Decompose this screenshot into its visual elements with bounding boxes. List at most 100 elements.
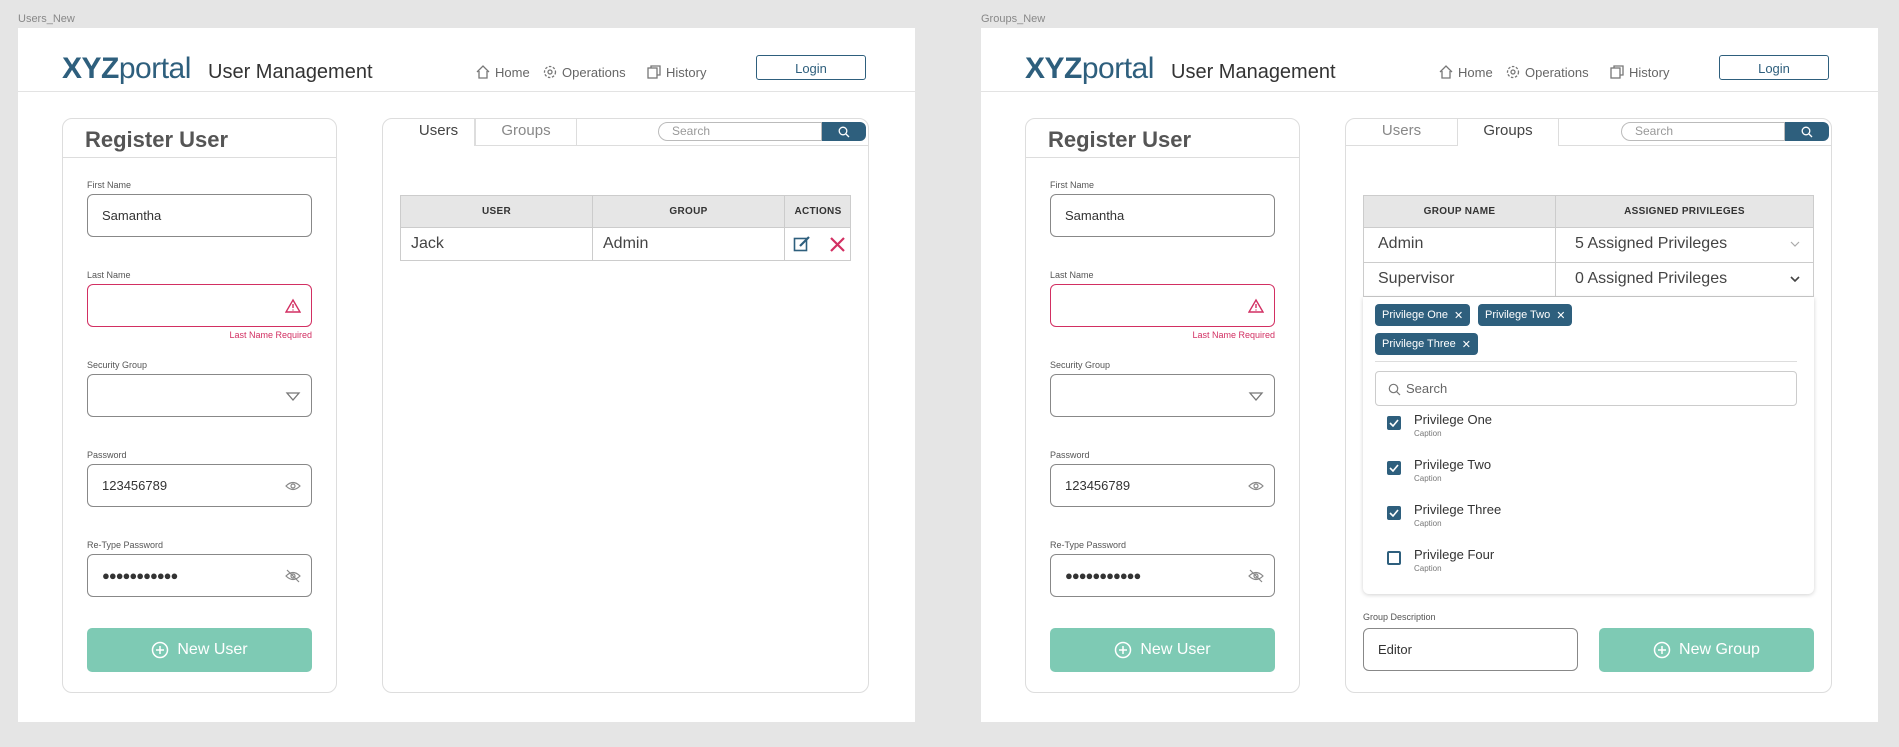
nav-operations[interactable]: Operations bbox=[542, 64, 626, 80]
close-icon[interactable]: ✕ bbox=[1556, 309, 1565, 322]
close-icon[interactable]: ✕ bbox=[1454, 309, 1463, 322]
logo: XYZportal bbox=[62, 52, 191, 85]
table-divider bbox=[401, 227, 850, 228]
first-name-field[interactable]: Samantha bbox=[1050, 194, 1275, 237]
privileges-select[interactable]: 0 Assigned Privileges bbox=[1575, 270, 1727, 288]
retype-password-label: Re-Type Password bbox=[87, 540, 164, 550]
delete-icon[interactable] bbox=[829, 236, 846, 253]
nav-operations[interactable]: Operations bbox=[1505, 64, 1589, 80]
users-list-card: Users Groups Search USER GROUP ACTIONS J… bbox=[382, 118, 869, 693]
chevron-down-icon bbox=[1248, 392, 1264, 401]
plus-circle-icon bbox=[1115, 641, 1132, 659]
table-cell-group: Admin bbox=[603, 235, 649, 252]
groups-table: GROUP NAME ASSIGNED PRIVILEGES Admin 5 A… bbox=[1363, 195, 1814, 297]
table-cell-group-name: Supervisor bbox=[1378, 270, 1455, 287]
history-icon bbox=[647, 65, 661, 79]
search-icon bbox=[1388, 383, 1401, 396]
privilege-chip[interactable]: Privilege Three ✕ bbox=[1375, 333, 1478, 355]
column-header-actions: ACTIONS bbox=[794, 206, 842, 217]
register-title: Register User bbox=[85, 127, 229, 152]
eye-off-icon[interactable] bbox=[1248, 568, 1264, 584]
plus-circle-icon bbox=[1653, 641, 1671, 659]
new-user-button[interactable]: New User bbox=[1050, 628, 1275, 672]
close-icon[interactable]: ✕ bbox=[1462, 338, 1471, 351]
chevron-down-icon bbox=[1790, 276, 1800, 282]
new-group-button[interactable]: New Group bbox=[1599, 628, 1814, 672]
privilege-chip[interactable]: Privilege Two ✕ bbox=[1478, 304, 1573, 326]
privilege-search-input[interactable]: Search bbox=[1375, 371, 1797, 406]
warning-icon bbox=[285, 298, 301, 313]
security-group-select[interactable] bbox=[1050, 374, 1275, 417]
password-label: Password bbox=[1050, 450, 1090, 460]
column-header-group-name: GROUP NAME bbox=[1423, 206, 1496, 217]
users-table: USER GROUP ACTIONS Jack Admin bbox=[400, 195, 851, 261]
checkbox-unchecked[interactable] bbox=[1387, 551, 1401, 565]
nav-history[interactable]: History bbox=[646, 64, 706, 80]
register-card: Register User First Name Samantha Last N… bbox=[1025, 118, 1300, 693]
groups-list-card: Users Groups Search GROUP NAME ASSIGNED … bbox=[1345, 118, 1832, 693]
edit-icon[interactable] bbox=[793, 235, 811, 253]
last-name-field[interactable] bbox=[1050, 284, 1275, 327]
header-divider bbox=[18, 91, 915, 92]
first-name-label: First Name bbox=[87, 180, 132, 190]
tab-groups[interactable]: Groups bbox=[1457, 119, 1559, 146]
column-header-group: GROUP bbox=[669, 206, 708, 217]
search-icon bbox=[1801, 126, 1813, 137]
home-icon bbox=[1439, 65, 1453, 79]
first-name-label: First Name bbox=[1050, 180, 1095, 190]
group-description-label: Group Description bbox=[1363, 612, 1436, 622]
column-header-assigned-privileges: ASSIGNED PRIVILEGES bbox=[1624, 206, 1745, 217]
logo: XYZportal bbox=[1025, 52, 1154, 85]
retype-password-field[interactable]: ●●●●●●●●●●● bbox=[1050, 554, 1275, 597]
tab-groups[interactable]: Groups bbox=[475, 119, 577, 146]
last-name-error: Last Name Required bbox=[229, 330, 312, 340]
eye-icon[interactable] bbox=[1248, 478, 1264, 494]
register-title: Register User bbox=[1048, 127, 1192, 152]
app-title: User Management bbox=[1171, 61, 1336, 83]
search-icon bbox=[838, 126, 850, 137]
frame-label-groups: Groups_New bbox=[981, 13, 1046, 25]
gear-icon bbox=[543, 65, 557, 79]
security-group-select[interactable] bbox=[87, 374, 312, 417]
table-divider bbox=[1364, 227, 1813, 228]
register-divider bbox=[63, 157, 336, 158]
checkbox-checked[interactable] bbox=[1387, 416, 1401, 430]
register-divider bbox=[1026, 157, 1299, 158]
eye-off-icon[interactable] bbox=[285, 568, 301, 584]
security-group-label: Security Group bbox=[87, 360, 148, 370]
tab-users[interactable]: Users bbox=[403, 119, 475, 146]
nav-history[interactable]: History bbox=[1609, 64, 1669, 80]
security-group-label: Security Group bbox=[1050, 360, 1111, 370]
tab-users[interactable]: Users bbox=[1346, 119, 1457, 146]
tab-bar-line bbox=[1559, 145, 1832, 146]
group-description-field[interactable]: Editor bbox=[1363, 628, 1578, 671]
users-frame: XYZportal User Management Home Operation… bbox=[18, 28, 915, 722]
checkbox-checked[interactable] bbox=[1387, 506, 1401, 520]
last-name-field[interactable] bbox=[87, 284, 312, 327]
password-field[interactable]: 123456789 bbox=[87, 464, 312, 507]
eye-icon[interactable] bbox=[285, 478, 301, 494]
login-button[interactable]: Login bbox=[1719, 55, 1829, 80]
first-name-field[interactable]: Samantha bbox=[87, 194, 312, 237]
last-name-label: Last Name bbox=[1050, 270, 1094, 280]
search-input[interactable]: Search bbox=[658, 122, 822, 141]
nav-home[interactable]: Home bbox=[475, 64, 530, 80]
privileges-select[interactable]: 5 Assigned Privileges bbox=[1575, 235, 1727, 253]
search-button[interactable] bbox=[822, 122, 866, 141]
search-button[interactable] bbox=[1785, 122, 1829, 141]
last-name-error: Last Name Required bbox=[1192, 330, 1275, 340]
dropdown-divider bbox=[1375, 361, 1797, 362]
retype-password-field[interactable]: ●●●●●●●●●●● bbox=[87, 554, 312, 597]
header-divider bbox=[981, 91, 1878, 92]
plus-circle-icon bbox=[152, 641, 169, 659]
login-button[interactable]: Login bbox=[756, 55, 866, 80]
checkbox-checked[interactable] bbox=[1387, 461, 1401, 475]
column-header-user: USER bbox=[482, 206, 511, 217]
privilege-chip[interactable]: Privilege One ✕ bbox=[1375, 304, 1471, 326]
groups-frame: XYZportal User Management Home Operation… bbox=[981, 28, 1878, 722]
new-user-button[interactable]: New User bbox=[87, 628, 312, 672]
password-field[interactable]: 123456789 bbox=[1050, 464, 1275, 507]
chevron-down-icon bbox=[1790, 241, 1800, 247]
nav-home[interactable]: Home bbox=[1438, 64, 1493, 80]
search-input[interactable]: Search bbox=[1621, 122, 1785, 141]
